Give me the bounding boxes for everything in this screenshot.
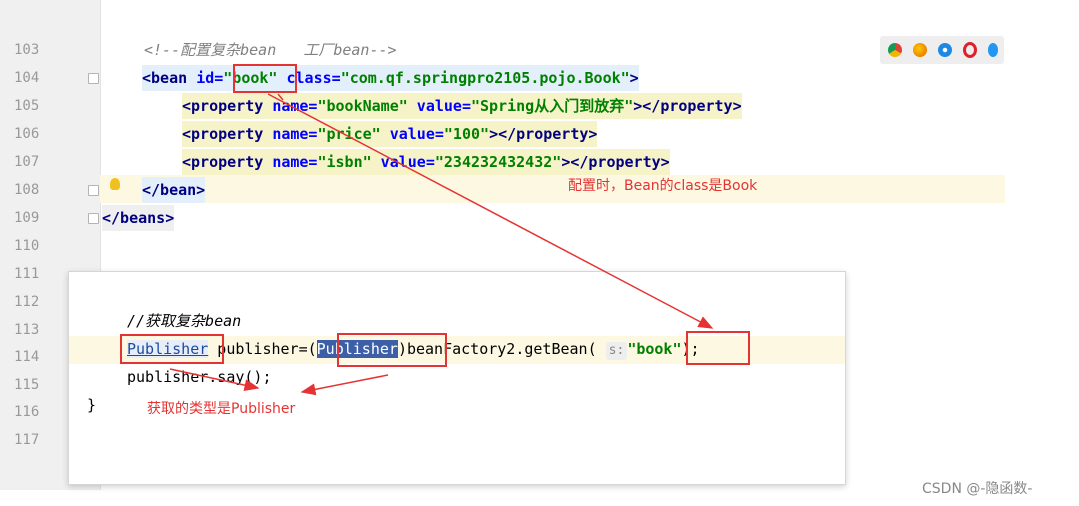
- arrow-id-to-arg: [267, 93, 714, 329]
- arrow-to-type: [169, 368, 260, 392]
- arrow-to-cast: [300, 374, 389, 396]
- watermark: CSDN @-隐函数-: [922, 481, 1033, 497]
- annotation-arrows: [169, 93, 714, 396]
